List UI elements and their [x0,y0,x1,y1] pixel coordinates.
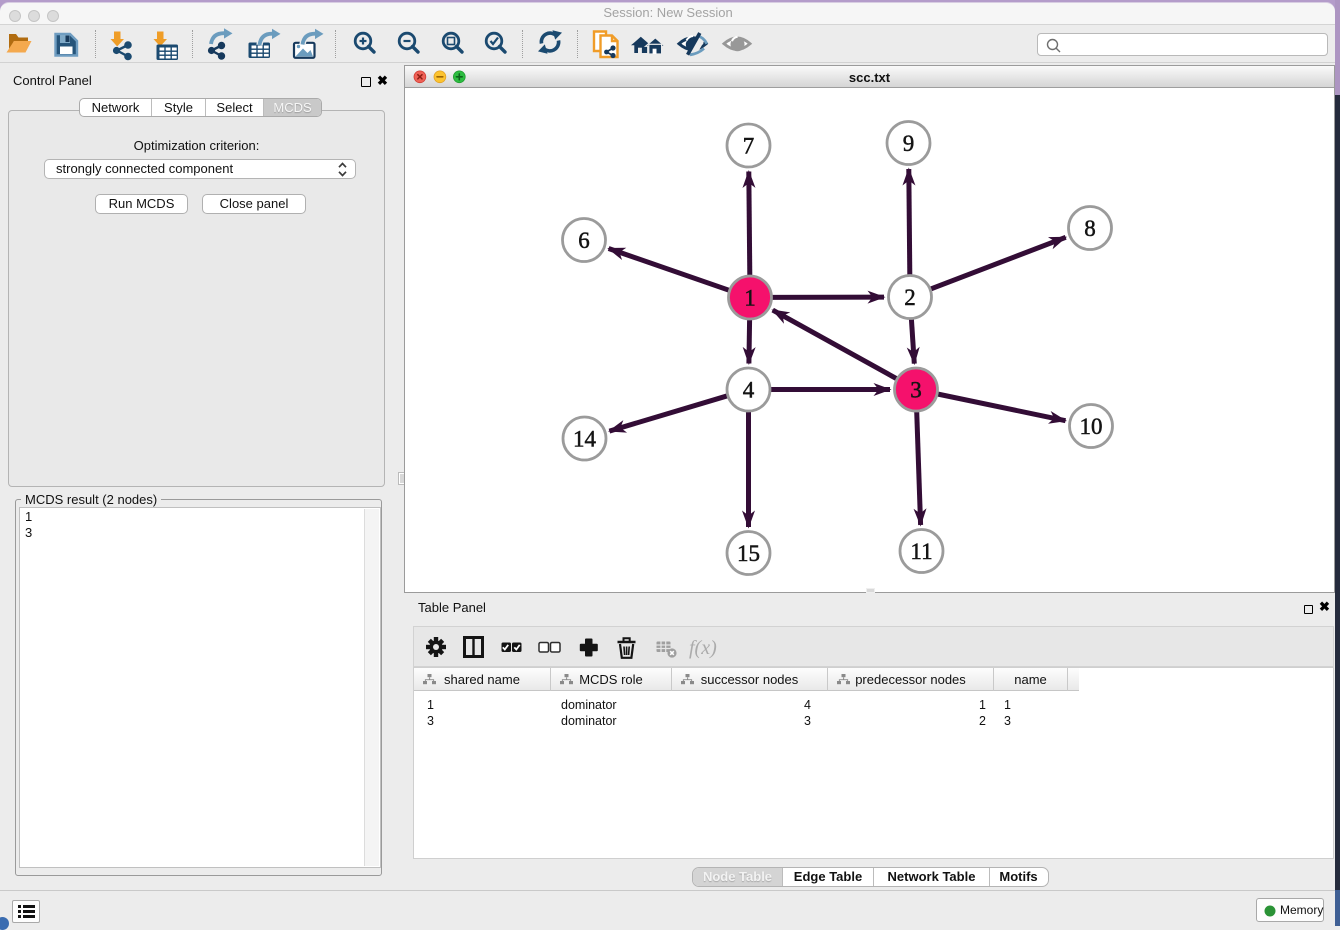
svg-text:6: 6 [578,228,590,253]
svg-text:14: 14 [573,427,597,452]
svg-text:10: 10 [1080,414,1103,439]
svg-text:1: 1 [744,286,756,311]
svg-text:f(x): f(x) [689,637,717,659]
svg-text:11: 11 [910,539,932,564]
svg-text:15: 15 [737,541,760,566]
svg-text:2: 2 [904,285,916,310]
svg-text:4: 4 [743,378,755,403]
svg-text:8: 8 [1084,216,1096,241]
svg-text:7: 7 [743,134,755,159]
svg-text:9: 9 [903,131,915,156]
svg-text:3: 3 [910,378,922,403]
